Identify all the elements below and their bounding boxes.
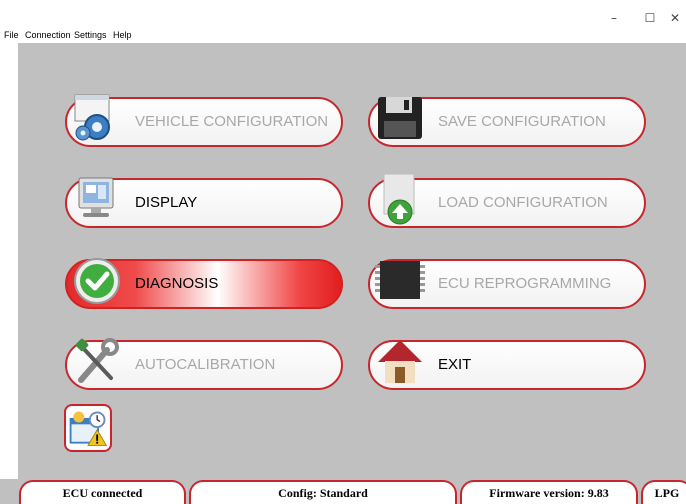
maximize-button[interactable]: ☐ bbox=[636, 10, 664, 26]
menu-help[interactable]: Help bbox=[113, 28, 132, 42]
vehicle-configuration-button[interactable]: VEHICLE CONFIGURATION bbox=[65, 94, 343, 147]
left-margin bbox=[0, 42, 18, 504]
vehicle-config-icon bbox=[74, 94, 110, 141]
minimize-button[interactable]: – bbox=[600, 10, 628, 26]
ecu-reprogramming-button[interactable]: ECU REPROGRAMMING bbox=[368, 259, 646, 309]
ecu-reprogramming-label: ECU REPROGRAMMING bbox=[438, 275, 612, 292]
load-configuration-label: LOAD CONFIGURATION bbox=[438, 194, 608, 211]
calendar-warning-icon bbox=[69, 411, 108, 446]
status-bar: ECU connected Config: Standard Firmware … bbox=[0, 479, 686, 504]
exit-button[interactable]: EXIT bbox=[368, 340, 646, 390]
title-bar: – ☐ ✕ bbox=[0, 6, 686, 28]
calendar-warning-button[interactable] bbox=[64, 404, 112, 452]
tools-icon bbox=[75, 338, 119, 383]
save-configuration-button[interactable]: SAVE CONFIGURATION bbox=[368, 97, 646, 147]
menu-settings[interactable]: Settings bbox=[74, 28, 107, 42]
diagnosis-button[interactable]: DIAGNOSIS bbox=[65, 258, 343, 309]
load-configuration-button[interactable]: LOAD CONFIGURATION bbox=[368, 173, 646, 228]
firmware-version-status: Firmware version: 9.83 bbox=[460, 480, 638, 504]
display-label: DISPLAY bbox=[135, 194, 198, 211]
autocalibration-label: AUTOCALIBRATION bbox=[135, 356, 276, 373]
load-file-icon bbox=[383, 173, 415, 225]
green-check-icon bbox=[74, 258, 120, 304]
autocalibration-button[interactable]: AUTOCALIBRATION bbox=[65, 338, 343, 390]
floppy-disk-icon bbox=[378, 97, 422, 139]
diagnosis-label: DIAGNOSIS bbox=[135, 275, 219, 292]
display-button[interactable]: DISPLAY bbox=[65, 177, 343, 228]
monitor-icon bbox=[78, 177, 114, 217]
house-icon bbox=[378, 340, 422, 383]
exit-label: EXIT bbox=[438, 356, 472, 373]
menu-connection[interactable]: Connection bbox=[25, 28, 71, 42]
chip-icon bbox=[375, 261, 425, 299]
vehicle-configuration-label: VEHICLE CONFIGURATION bbox=[135, 113, 329, 130]
menu-file[interactable]: File bbox=[4, 28, 19, 42]
main-panel: VEHICLE CONFIGURATION SAVE CONFIGURATION… bbox=[18, 43, 686, 479]
config-status: Config: Standard bbox=[189, 480, 457, 504]
close-button[interactable]: ✕ bbox=[664, 10, 686, 26]
menu-bar: File Connection Settings Help bbox=[0, 28, 686, 42]
fuel-type-status: LPG bbox=[641, 480, 686, 504]
save-configuration-label: SAVE CONFIGURATION bbox=[438, 113, 606, 130]
ecu-connection-status: ECU connected bbox=[19, 480, 186, 504]
